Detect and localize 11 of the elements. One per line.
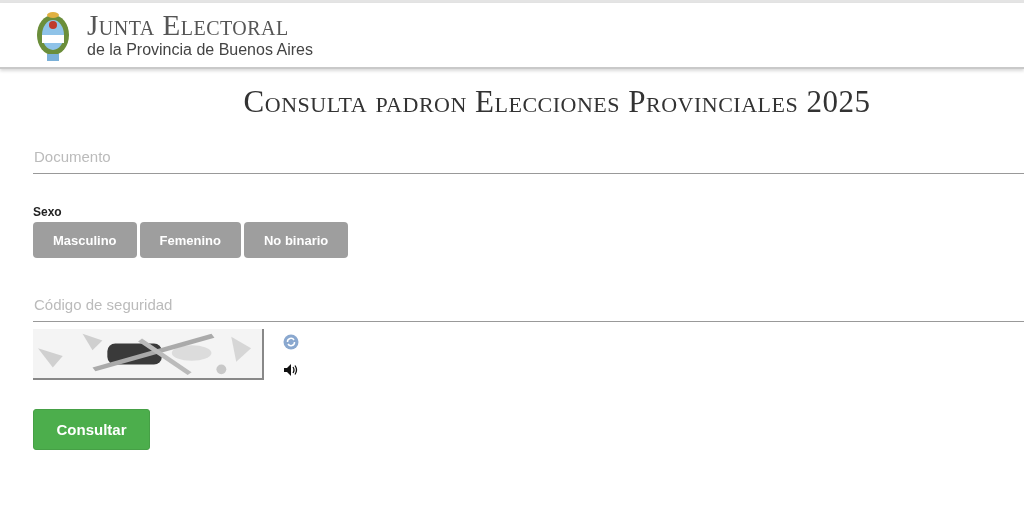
security-code-field[interactable]: Código de seguridad [33,288,1024,322]
site-title: Junta Electoral [87,10,290,40]
sex-label: Sexo [33,205,62,219]
site-subtitle: de la Provincia de Buenos Aires [87,40,313,60]
consultar-button[interactable]: Consultar [33,409,150,450]
sex-option[interactable]: Masculino [33,222,137,258]
document-field[interactable]: Documento [33,140,1024,174]
page-title: Consulta padron Elecciones Provinciales 2025 [242,84,872,120]
sex-option[interactable]: Femenino [139,222,241,258]
speaker-icon[interactable] [284,364,298,376]
sex-option[interactable]: No binario [244,222,349,258]
